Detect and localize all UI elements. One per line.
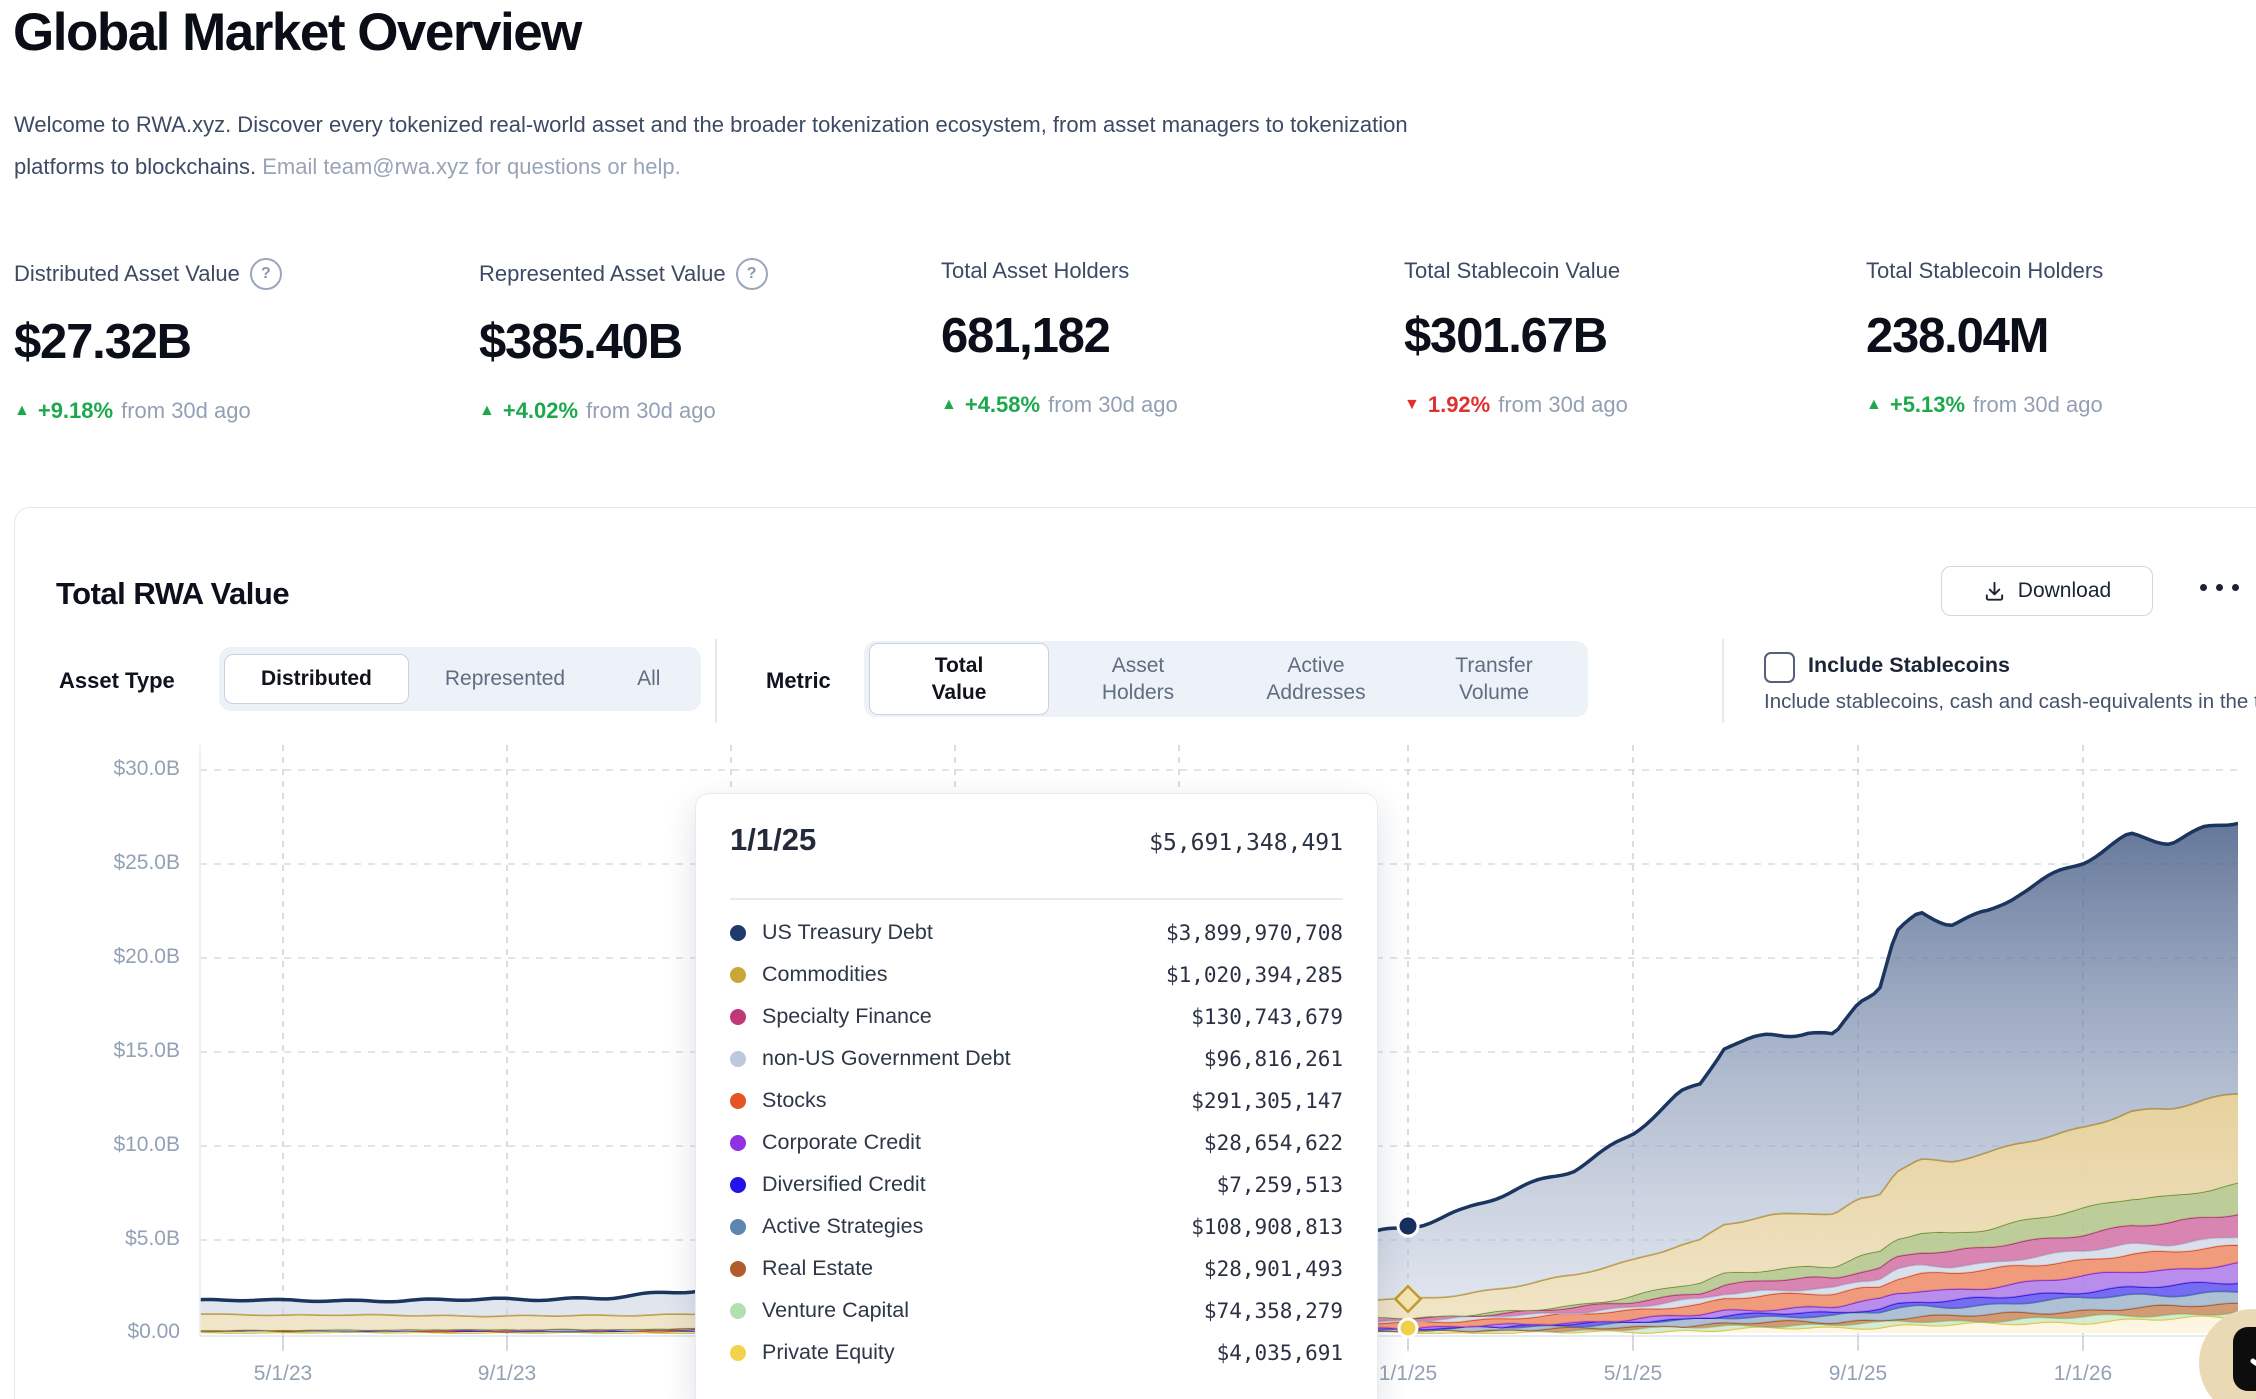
series-value: $1,020,394,285 [1166, 963, 1343, 987]
series-color-dot [730, 1303, 746, 1319]
series-color-dot [730, 1135, 746, 1151]
series-name: Real Estate [762, 1256, 1204, 1281]
chart-tooltip: 1/1/25 $5,691,348,491 US Treasury Debt$3… [695, 793, 1378, 1399]
series-name: non-US Government Debt [762, 1046, 1204, 1071]
tooltip-divider [730, 898, 1343, 900]
tooltip-row-us-treasury-debt: US Treasury Debt$3,899,970,708 [730, 912, 1343, 954]
chat-smile-icon [2245, 1339, 2256, 1379]
series-color-dot [730, 1261, 746, 1277]
global-market-overview-page: Global Market Overview Welcome to RWA.xy… [0, 0, 2256, 1399]
tooltip-header: 1/1/25 $5,691,348,491 [730, 822, 1343, 884]
series-value: $28,654,622 [1204, 1131, 1343, 1155]
series-name: Venture Capital [762, 1298, 1204, 1323]
tooltip-row-commodities: Commodities$1,020,394,285 [730, 954, 1343, 996]
marker-us-treasury [1398, 1216, 1418, 1236]
tooltip-row-corporate-credit: Corporate Credit$28,654,622 [730, 1122, 1343, 1164]
series-color-dot [730, 1051, 746, 1067]
series-color-dot [730, 967, 746, 983]
series-name: Private Equity [762, 1340, 1217, 1365]
series-value: $4,035,691 [1217, 1341, 1343, 1365]
tooltip-date: 1/1/25 [730, 822, 816, 858]
series-color-dot [730, 1093, 746, 1109]
series-name: Specialty Finance [762, 1004, 1191, 1029]
series-color-dot [730, 1345, 746, 1361]
series-color-dot [730, 1009, 746, 1025]
tooltip-total-value: $5,691,348,491 [1149, 830, 1343, 856]
tooltip-row-private-equity: Private Equity$4,035,691 [730, 1332, 1343, 1374]
series-value: $108,908,813 [1191, 1215, 1343, 1239]
series-name: Corporate Credit [762, 1130, 1204, 1155]
tooltip-row-real-estate: Real Estate$28,901,493 [730, 1248, 1343, 1290]
series-name: Diversified Credit [762, 1172, 1217, 1197]
series-name: Stocks [762, 1088, 1191, 1113]
series-color-dot [730, 925, 746, 941]
series-name: Commodities [762, 962, 1166, 987]
tooltip-row-diversified-credit: Diversified Credit$7,259,513 [730, 1164, 1343, 1206]
series-value: $291,305,147 [1191, 1089, 1343, 1113]
series-color-dot [730, 1177, 746, 1193]
tooltip-row-active-strategies: Active Strategies$108,908,813 [730, 1206, 1343, 1248]
series-value: $130,743,679 [1191, 1005, 1343, 1029]
series-value: $74,358,279 [1204, 1299, 1343, 1323]
series-color-dot [730, 1219, 746, 1235]
series-value: $3,899,970,708 [1166, 921, 1343, 945]
chat-widget-button[interactable] [2233, 1327, 2256, 1391]
tooltip-row-venture-capital: Venture Capital$74,358,279 [730, 1290, 1343, 1332]
tooltip-row-non-us-government-debt: non-US Government Debt$96,816,261 [730, 1038, 1343, 1080]
series-value: $28,901,493 [1204, 1257, 1343, 1281]
marker-private-equity [1399, 1319, 1417, 1337]
series-value: $7,259,513 [1217, 1173, 1343, 1197]
tooltip-row-stocks: Stocks$291,305,147 [730, 1080, 1343, 1122]
series-value: $96,816,261 [1204, 1047, 1343, 1071]
tooltip-row-specialty-finance: Specialty Finance$130,743,679 [730, 996, 1343, 1038]
series-name: Active Strategies [762, 1214, 1191, 1239]
tooltip-rows: US Treasury Debt$3,899,970,708Commoditie… [730, 912, 1343, 1374]
series-name: US Treasury Debt [762, 920, 1166, 945]
